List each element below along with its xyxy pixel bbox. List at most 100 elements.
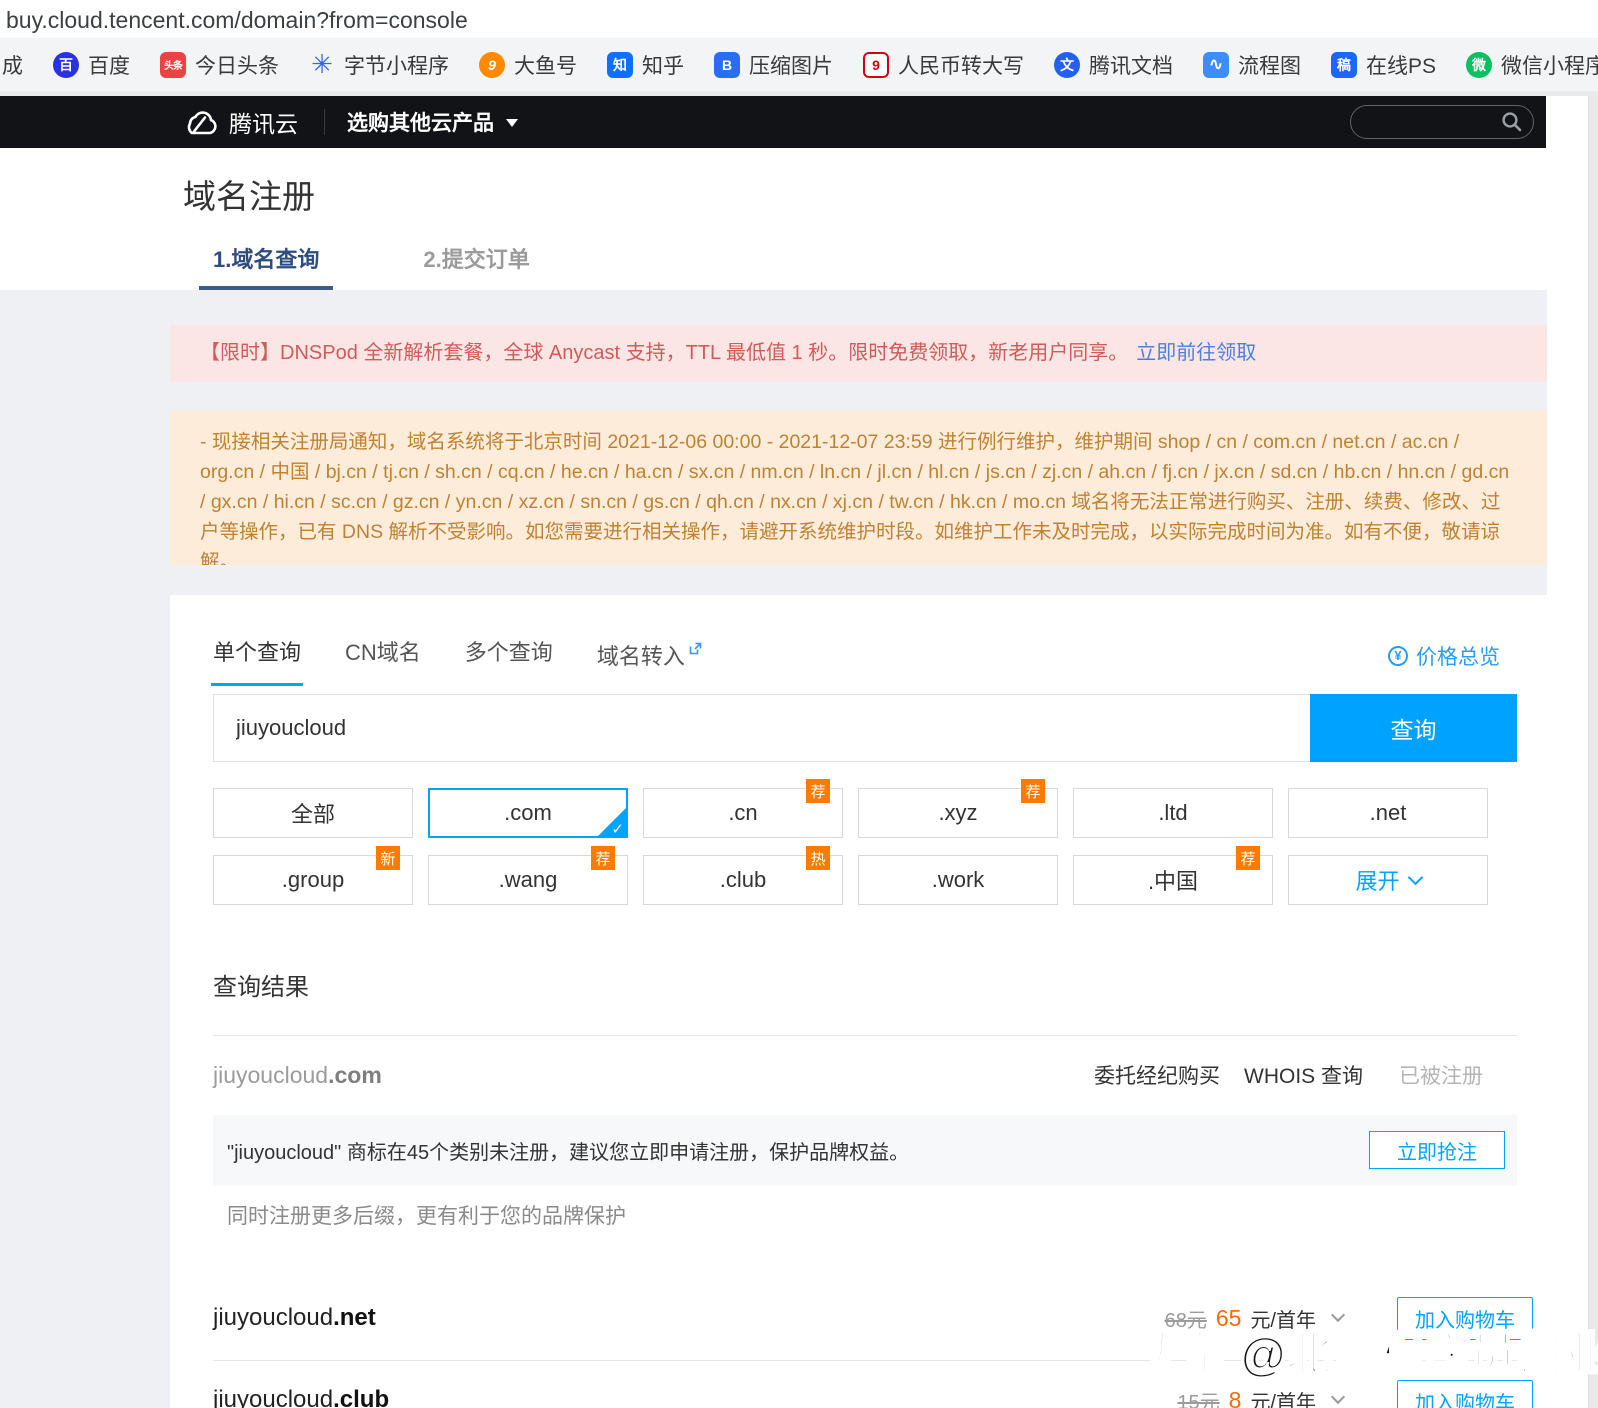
result-actions: 委托经纪购买 WHOIS 查询 [1094,1060,1363,1090]
bookmark-baidu[interactable]: 百 百度 [53,50,130,80]
bookmark-tencent-docs[interactable]: 文 腾讯文档 [1054,50,1173,80]
maintenance-text: - 现接相关注册局通知，域名系统将于北京时间 2021-12-06 00:00 … [200,431,1510,565]
toutiao-icon: 头条 [160,51,186,78]
trademark-text: "jiuyoucloud" 商标在45个类别未注册，建议您立即申请注册，保护品牌… [227,1141,910,1164]
domain-search-input[interactable] [213,694,1310,762]
ext-ltd[interactable]: .ltd [1073,788,1273,838]
bookmark-zhihu[interactable]: 知 知乎 [607,50,684,80]
step-tabs: 1.域名查询 2.提交订单 [199,242,544,290]
expand-button[interactable]: 展开 [1288,855,1488,905]
ext-group[interactable]: .group 新 [213,846,413,905]
trademark-notice-bar: "jiuyoucloud" 商标在45个类别未注册，建议您立即申请注册，保护品牌… [213,1115,1517,1185]
ext-all[interactable]: 全部 [213,788,413,838]
bookmark-label: 字节小程序 [344,54,449,78]
ext-wang[interactable]: .wang 荐 [428,846,628,905]
url-text[interactable]: buy.cloud.tencent.com/domain?from=consol… [0,0,1598,40]
chevron-down-icon[interactable] [1330,1389,1346,1405]
header-divider [324,109,325,135]
ext-zhongguo[interactable]: .中国 荐 [1073,846,1273,905]
register-now-button[interactable]: 立即抢注 [1369,1131,1505,1169]
bookmark-clipped[interactable]: 成 [2,50,23,80]
ext-com[interactable]: .com [428,788,628,838]
browser-url-bar[interactable]: buy.cloud.tencent.com/domain?from=consol… [0,0,1598,38]
query-button[interactable]: 查询 [1310,694,1517,762]
result-row-club: jiuyoucloud.club 15元 8 元/首年 加入购物车 [213,1377,1533,1408]
ext-work[interactable]: .work [858,855,1058,905]
maintenance-banner: - 现接相关注册局通知，域名系统将于北京时间 2021-12-06 00:00 … [170,410,1547,565]
wechat-icon: 微 [1466,51,1493,78]
bookmark-label: 百度 [88,54,130,78]
check-icon [611,820,624,838]
tencent-cloud-logo[interactable]: 腾讯云 [183,105,298,139]
chevron-down-icon [1407,869,1423,885]
bookmark-image-compress[interactable]: B 压缩图片 [714,50,833,80]
screenshot-root: buy.cloud.tencent.com/domain?from=consol… [0,0,1598,1408]
query-type-tabs: 单个查询 CN域名 多个查询 域名转入 [210,635,702,686]
step-domain-query[interactable]: 1.域名查询 [199,242,334,290]
bookmark-toutiao[interactable]: 头条 今日头条 [160,50,279,80]
bookmark-wechat-login[interactable]: 微 微信小程序登录 [1466,50,1598,80]
bookmark-label: 知乎 [642,54,684,78]
current-price: 65 [1215,1304,1242,1331]
domain-query-card: 单个查询 CN域名 多个查询 域名转入 价格总览 查询 全部 [170,595,1547,1408]
ext-net[interactable]: .net [1288,788,1488,838]
bookmark-online-ps[interactable]: 稿 在线PS [1331,50,1436,80]
promo-text: 【限时】DNSPod 全新解析套餐，全球 Anycast 支持，TTL 最低值 … [200,342,1129,364]
tencent-docs-icon: 文 [1054,51,1080,78]
bookmark-label: 腾讯文档 [1089,54,1173,78]
rmb-icon: 9 [863,51,889,78]
old-price: 68元 [1164,1309,1207,1332]
step-submit-order[interactable]: 2.提交订单 [409,242,543,290]
cloud-icon [187,111,217,135]
dayu-icon: 9 [479,51,505,78]
cloud-top-header: 腾讯云 选购其他云产品 [0,96,1546,148]
other-cloud-products-menu[interactable]: 选购其他云产品 [347,107,518,137]
bookmark-label: 今日头条 [195,54,279,78]
promo-claim-link[interactable]: 立即前往领取 [1136,342,1256,364]
add-to-cart-button[interactable]: 加入购物车 [1397,1380,1533,1408]
recommend-badge: 荐 [591,846,615,870]
broker-buy-link[interactable]: 委托经纪购买 [1094,1060,1220,1090]
baidu-icon: 百 [53,51,79,78]
price-overview-link[interactable]: 价格总览 [1388,641,1500,671]
browser-scrollbar[interactable] [1588,96,1598,1408]
result-row-net: jiuyoucloud.net 68元 65 元/首年 加入购物车 [213,1294,1533,1342]
tab-domain-transfer[interactable]: 域名转入 [597,635,702,671]
zhihu-icon: 知 [607,51,633,78]
whois-query-link[interactable]: WHOIS 查询 [1244,1060,1363,1090]
title-section: 域名注册 1.域名查询 2.提交订单 [0,148,1598,290]
bookmark-label: 在线PS [1366,54,1437,78]
tab-multi-query[interactable]: 多个查询 [465,635,553,671]
ext-xyz[interactable]: .xyz 荐 [858,779,1058,838]
bookmark-label: 压缩图片 [749,54,833,78]
more-suffix-note: 同时注册更多后缀，更有利于您的品牌保护 [227,1205,626,1228]
hot-badge: 热 [806,846,830,870]
divider [213,1035,1517,1036]
online-ps-icon: 稿 [1331,51,1357,78]
promo-banner: 【限时】DNSPod 全新解析套餐，全球 Anycast 支持，TTL 最低值 … [170,325,1547,382]
current-price: 8 [1228,1386,1242,1408]
ext-club[interactable]: .club 热 [643,846,843,905]
bookmark-rmb-uppercase[interactable]: 9 人民币转大写 [863,50,1024,80]
bookmark-label: 成 [2,54,23,78]
status-registered: 已被注册 [1399,1065,1483,1088]
ext-cn[interactable]: .cn 荐 [643,779,843,838]
price-unit: 元/首年 [1250,1391,1316,1408]
bookmark-dayu[interactable]: 9 大鱼号 [479,50,577,80]
brand-text: 腾讯云 [229,111,298,137]
domain-name: jiuyoucloud.com [213,1061,382,1088]
recommend-badge: 荐 [1021,779,1045,803]
bookmark-label: 流程图 [1238,54,1301,78]
tab-cn-domain[interactable]: CN域名 [345,635,421,671]
add-to-cart-button[interactable]: 加入购物车 [1397,1297,1533,1340]
bookmark-flowchart[interactable]: ∿ 流程图 [1203,50,1301,80]
bookmark-byte-miniprogram[interactable]: ✳ 字节小程序 [309,50,449,80]
tab-single-query[interactable]: 单个查询 [210,635,304,686]
header-search-box[interactable] [1350,105,1534,139]
result-row-com: jiuyoucloud.com 委托经纪购买 WHOIS 查询 已被注册 [213,1053,1517,1097]
bytedance-icon: ✳ [311,51,333,78]
domain-name: jiuyoucloud.club [213,1386,390,1408]
chevron-down-icon[interactable] [1330,1307,1346,1323]
page-title: 域名注册 [183,178,315,215]
recommend-badge: 荐 [806,779,830,803]
